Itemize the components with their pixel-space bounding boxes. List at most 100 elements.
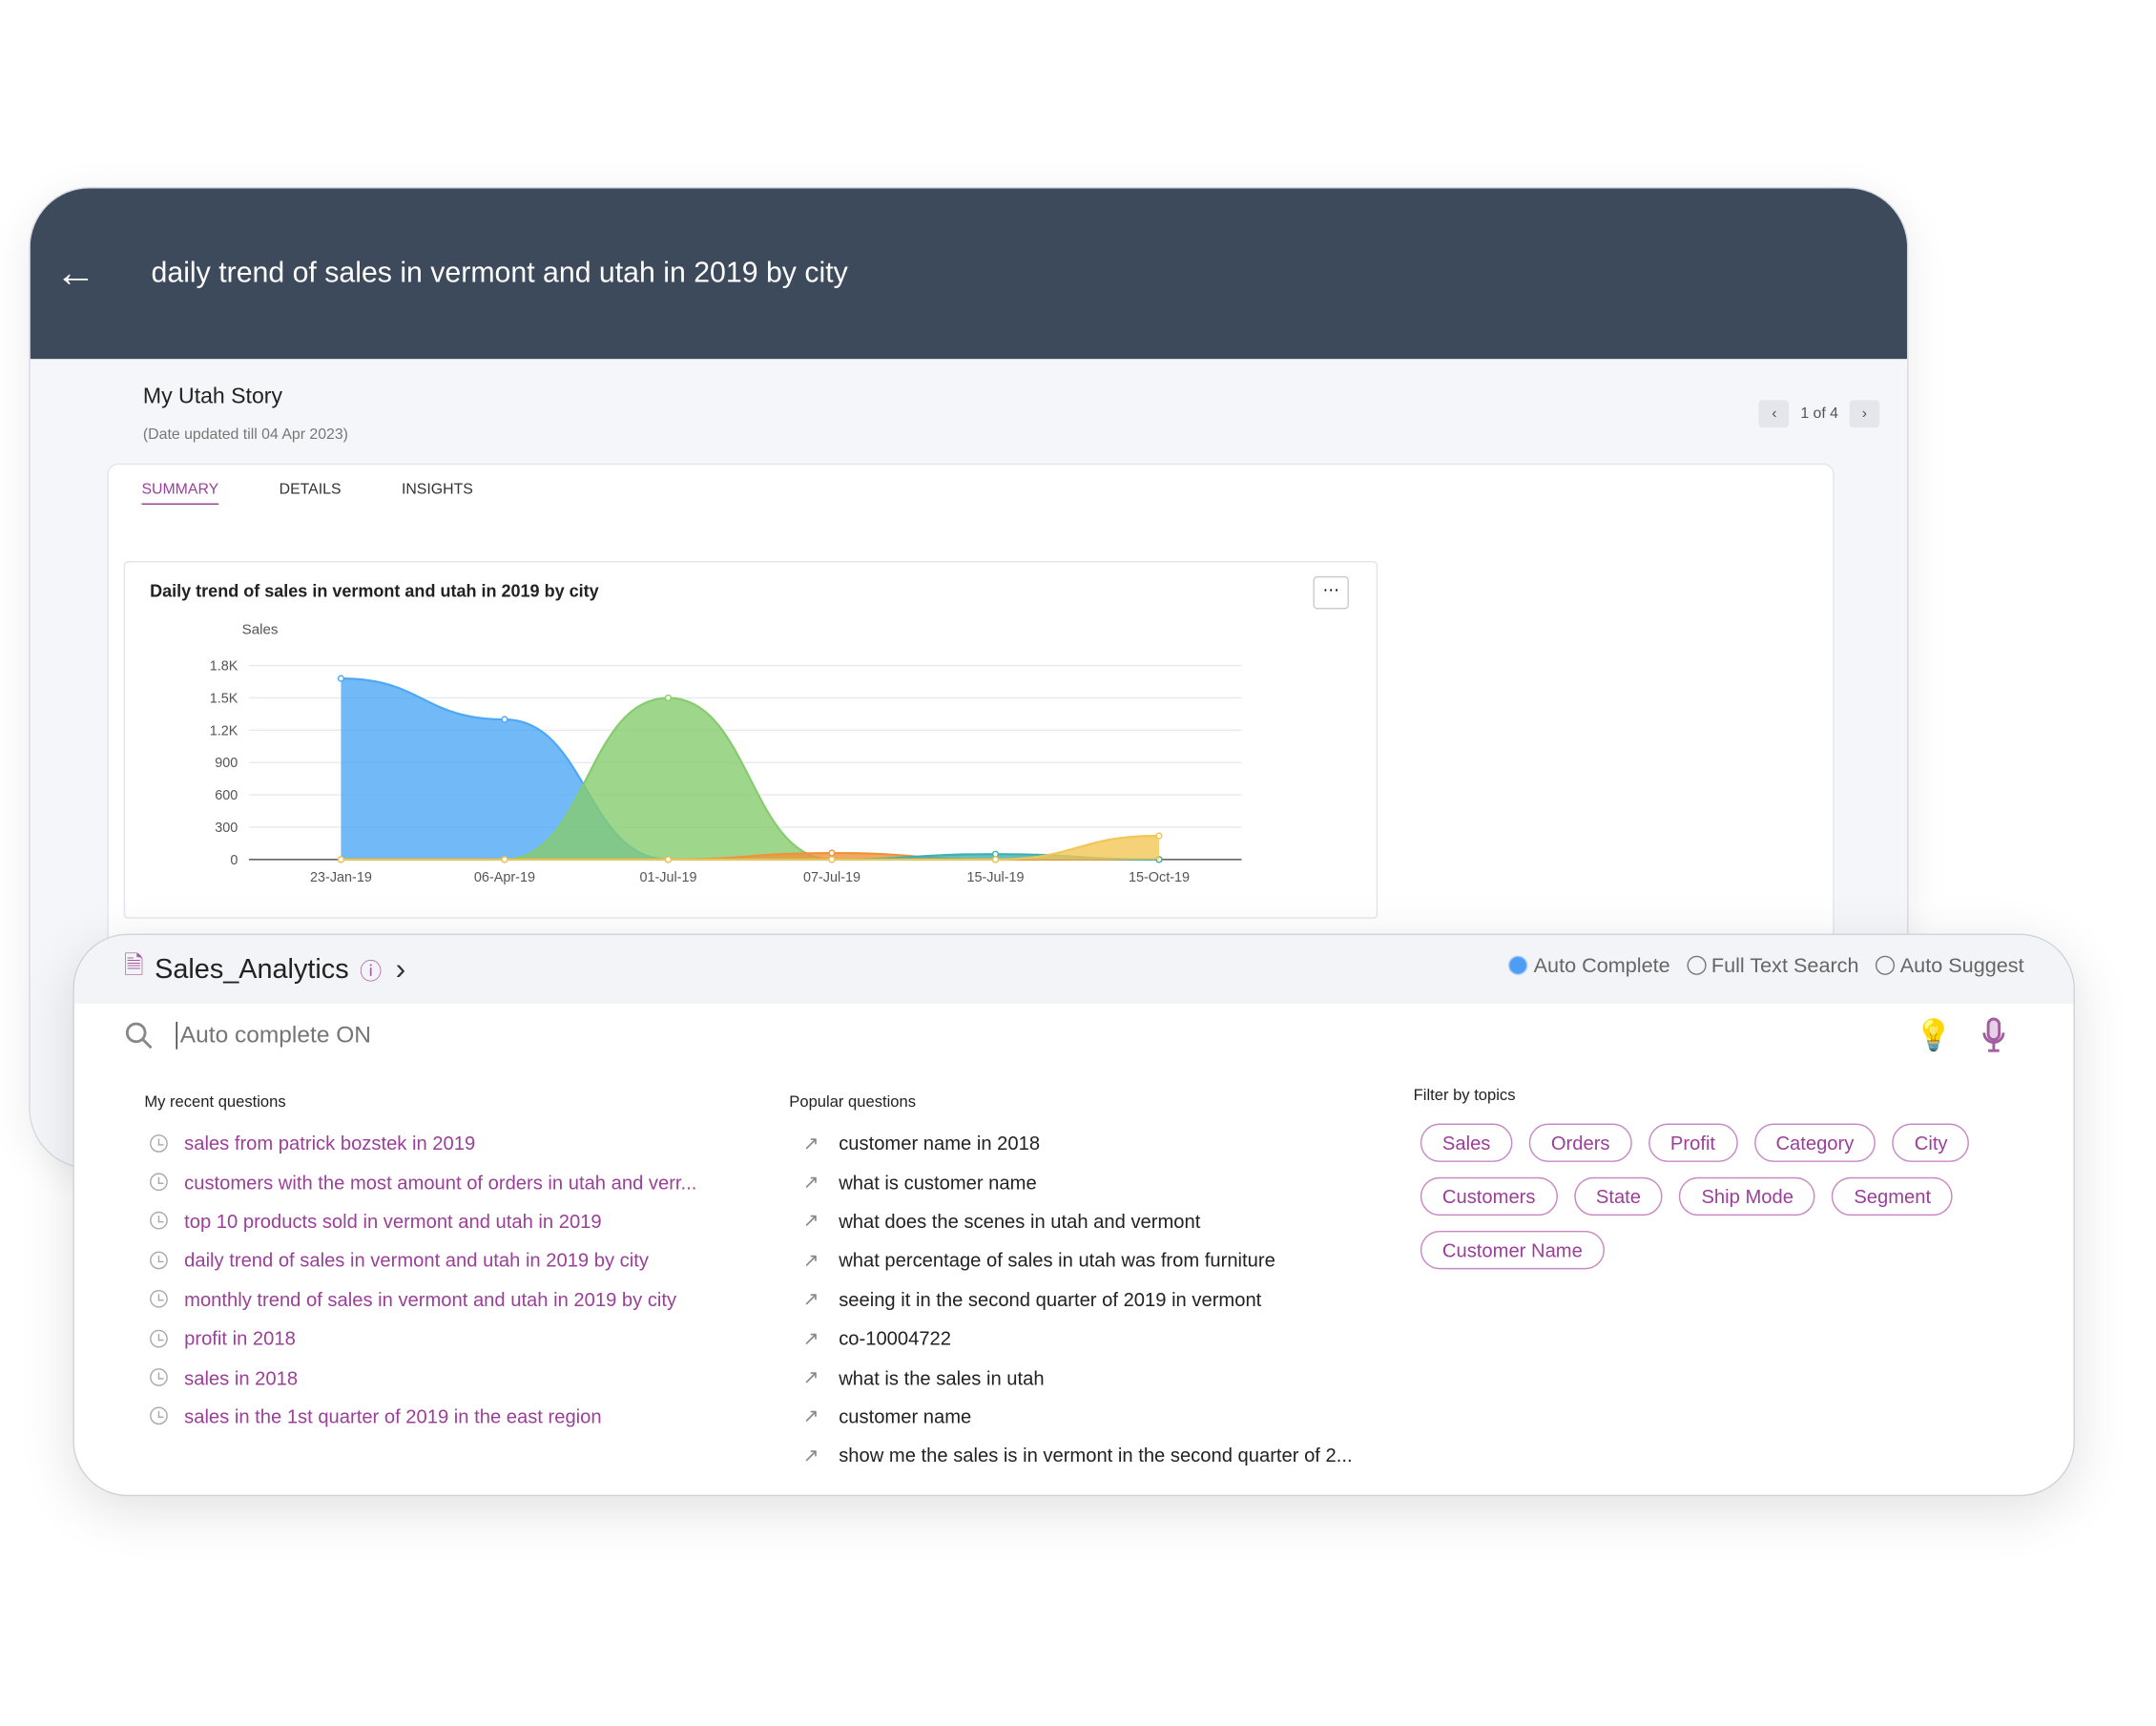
tab-details[interactable]: DETAILS [280,481,342,505]
recent-question[interactable]: profit in 2018 [150,1319,696,1358]
data-point[interactable] [337,675,345,682]
recent-question[interactable]: sales in the 1st quarter of 2019 in the … [150,1397,696,1436]
trending-icon: ↗ [802,1404,819,1427]
dataset-name[interactable]: Sales_Analytics [155,954,348,986]
lightbulb-icon[interactable]: 💡 [1915,1018,1953,1053]
data-point[interactable] [991,856,1000,863]
search-icon [125,1022,153,1050]
topic-pill[interactable]: Segment [1832,1176,1954,1217]
search-input[interactable] [176,1021,1414,1050]
y-tick-label: 300 [215,821,238,836]
story-date: (Date updated till 04 Apr 2023) [142,426,348,444]
clock-icon [150,1251,168,1270]
clock-icon [150,1368,168,1386]
topics-title: Filter by topics [1413,1088,1516,1105]
chevron-right-icon[interactable]: › [396,951,406,987]
popular-question[interactable]: ↗ what is the sales in utah [803,1358,1353,1397]
y-tick-label: 1.8K [210,659,238,675]
clock-icon [150,1407,168,1425]
tab-summary[interactable]: SUMMARY [141,481,219,505]
search-mode-group: Auto Complete Full Text Search Auto Sugg… [1508,954,2024,978]
popular-question[interactable]: ↗ seeing it in the second quarter of 2019… [803,1279,1353,1319]
recent-question[interactable]: sales from patrick bozstek in 2019 [150,1124,696,1163]
trending-icon: ↗ [802,1326,819,1349]
data-point[interactable] [1155,832,1163,840]
x-tick-label: 07-Jul-19 [803,870,860,885]
recent-title: My recent questions [144,1094,286,1112]
mode-full-text-search[interactable]: Full Text Search [1686,954,1859,978]
y-tick-label: 0 [230,853,238,868]
topic-pill[interactable]: Profit [1648,1123,1738,1162]
topic-pill[interactable]: Orders [1528,1123,1632,1162]
x-tick-label: 23-Jan-19 [310,870,372,885]
recent-question[interactable]: monthly trend of sales in vermont and ut… [150,1279,696,1319]
data-point[interactable] [501,856,508,863]
y-tick-label: 1.5K [210,692,238,707]
y-tick-label: 1.2K [210,723,238,738]
pager: ‹ 1 of 4 › [1759,400,1880,428]
search-bar: 💡 [104,1004,2049,1068]
y-tick-label: 900 [215,756,238,771]
topic-filters: Sales Orders Profit Category City Customers St… [1420,1123,1998,1270]
topic-pill[interactable]: Sales [1420,1123,1513,1162]
mode-auto-suggest[interactable]: Auto Suggest [1875,954,2024,978]
data-point[interactable] [337,856,345,863]
trending-icon: ↗ [802,1444,819,1466]
info-icon[interactable]: ⓘ [360,953,382,987]
clock-icon [150,1133,168,1153]
recent-question[interactable]: sales in 2018 [150,1358,696,1397]
trending-icon: ↗ [802,1248,819,1271]
recent-question[interactable]: daily trend of sales in vermont and utah… [150,1240,696,1279]
clock-icon [150,1173,168,1192]
x-tick-label: 06-Apr-19 [474,870,535,885]
recent-question[interactable]: top 10 products sold in vermont and utah… [150,1201,696,1240]
topic-pill[interactable]: Category [1753,1123,1876,1162]
popular-question[interactable]: ↗ show me the sales is in vermont in the … [803,1436,1353,1475]
search-panel: 🗎 Sales_Analytics ⓘ › Auto Complete Full… [73,933,2075,1497]
trending-icon: ↗ [802,1170,819,1193]
data-point[interactable] [828,856,836,863]
y-tick-label: 600 [215,788,238,803]
clock-icon [150,1329,168,1347]
popular-question[interactable]: ↗ what is customer name [803,1162,1353,1201]
mode-auto-complete[interactable]: Auto Complete [1508,954,1670,978]
x-tick-label: 15-Oct-19 [1129,870,1190,885]
x-tick-label: 01-Jul-19 [639,870,696,885]
topic-pill[interactable]: Customers [1420,1176,1558,1217]
trending-icon: ↗ [802,1131,819,1154]
trending-icon: ↗ [802,1209,819,1232]
popular-question[interactable]: ↗ co-10004722 [803,1319,1353,1358]
data-point[interactable] [991,850,1000,858]
area-chart: Sales 0 300 600 900 1.2K 1.5K 1.8K 23-Jan-19 06-A… [210,621,1242,885]
microphone-icon[interactable] [1980,1016,2007,1054]
y-axis-label: Sales [242,621,279,637]
data-point[interactable] [664,856,673,863]
chart-card: Daily trend of sales in vermont and utah… [123,561,1379,919]
trending-icon: ↗ [802,1287,819,1310]
page-title: daily trend of sales in vermont and utah… [151,257,848,289]
popular-questions-list: ↗ customer name in 2018 ↗ what is customer … [803,1124,1353,1475]
recent-question[interactable]: customers with the most amount of orders… [150,1162,696,1201]
clock-icon [150,1212,168,1231]
popular-question[interactable]: ↗ customer name in 2018 [803,1124,1353,1163]
header-bar: ← daily trend of sales in vermont and ut… [30,188,1908,360]
popular-question[interactable]: ↗ what does the scenes in utah and vermon… [803,1201,1353,1240]
popular-question[interactable]: ↗ customer name [803,1397,1353,1436]
data-point[interactable] [828,849,836,857]
prev-page-button[interactable]: ‹ [1759,400,1790,428]
x-tick-label: 15-Jul-19 [966,870,1024,885]
topic-pill[interactable]: Customer Name [1420,1230,1605,1270]
data-point[interactable] [664,694,673,702]
topic-pill[interactable]: Ship Mode [1679,1176,1815,1217]
trending-icon: ↗ [802,1365,819,1388]
tab-insights[interactable]: INSIGHTS [402,481,473,505]
story-title: My Utah Story [142,385,282,409]
topic-pill[interactable]: State [1573,1176,1664,1217]
popular-title: Popular questions [789,1094,916,1112]
next-page-button[interactable]: › [1849,400,1880,428]
popular-question[interactable]: ↗ what percentage of sales in utah was fr… [803,1240,1353,1279]
data-point[interactable] [501,716,508,723]
document-icon: 🗎 [123,951,144,980]
topic-pill[interactable]: City [1892,1123,1970,1162]
back-arrow-icon[interactable]: ← [55,250,124,297]
